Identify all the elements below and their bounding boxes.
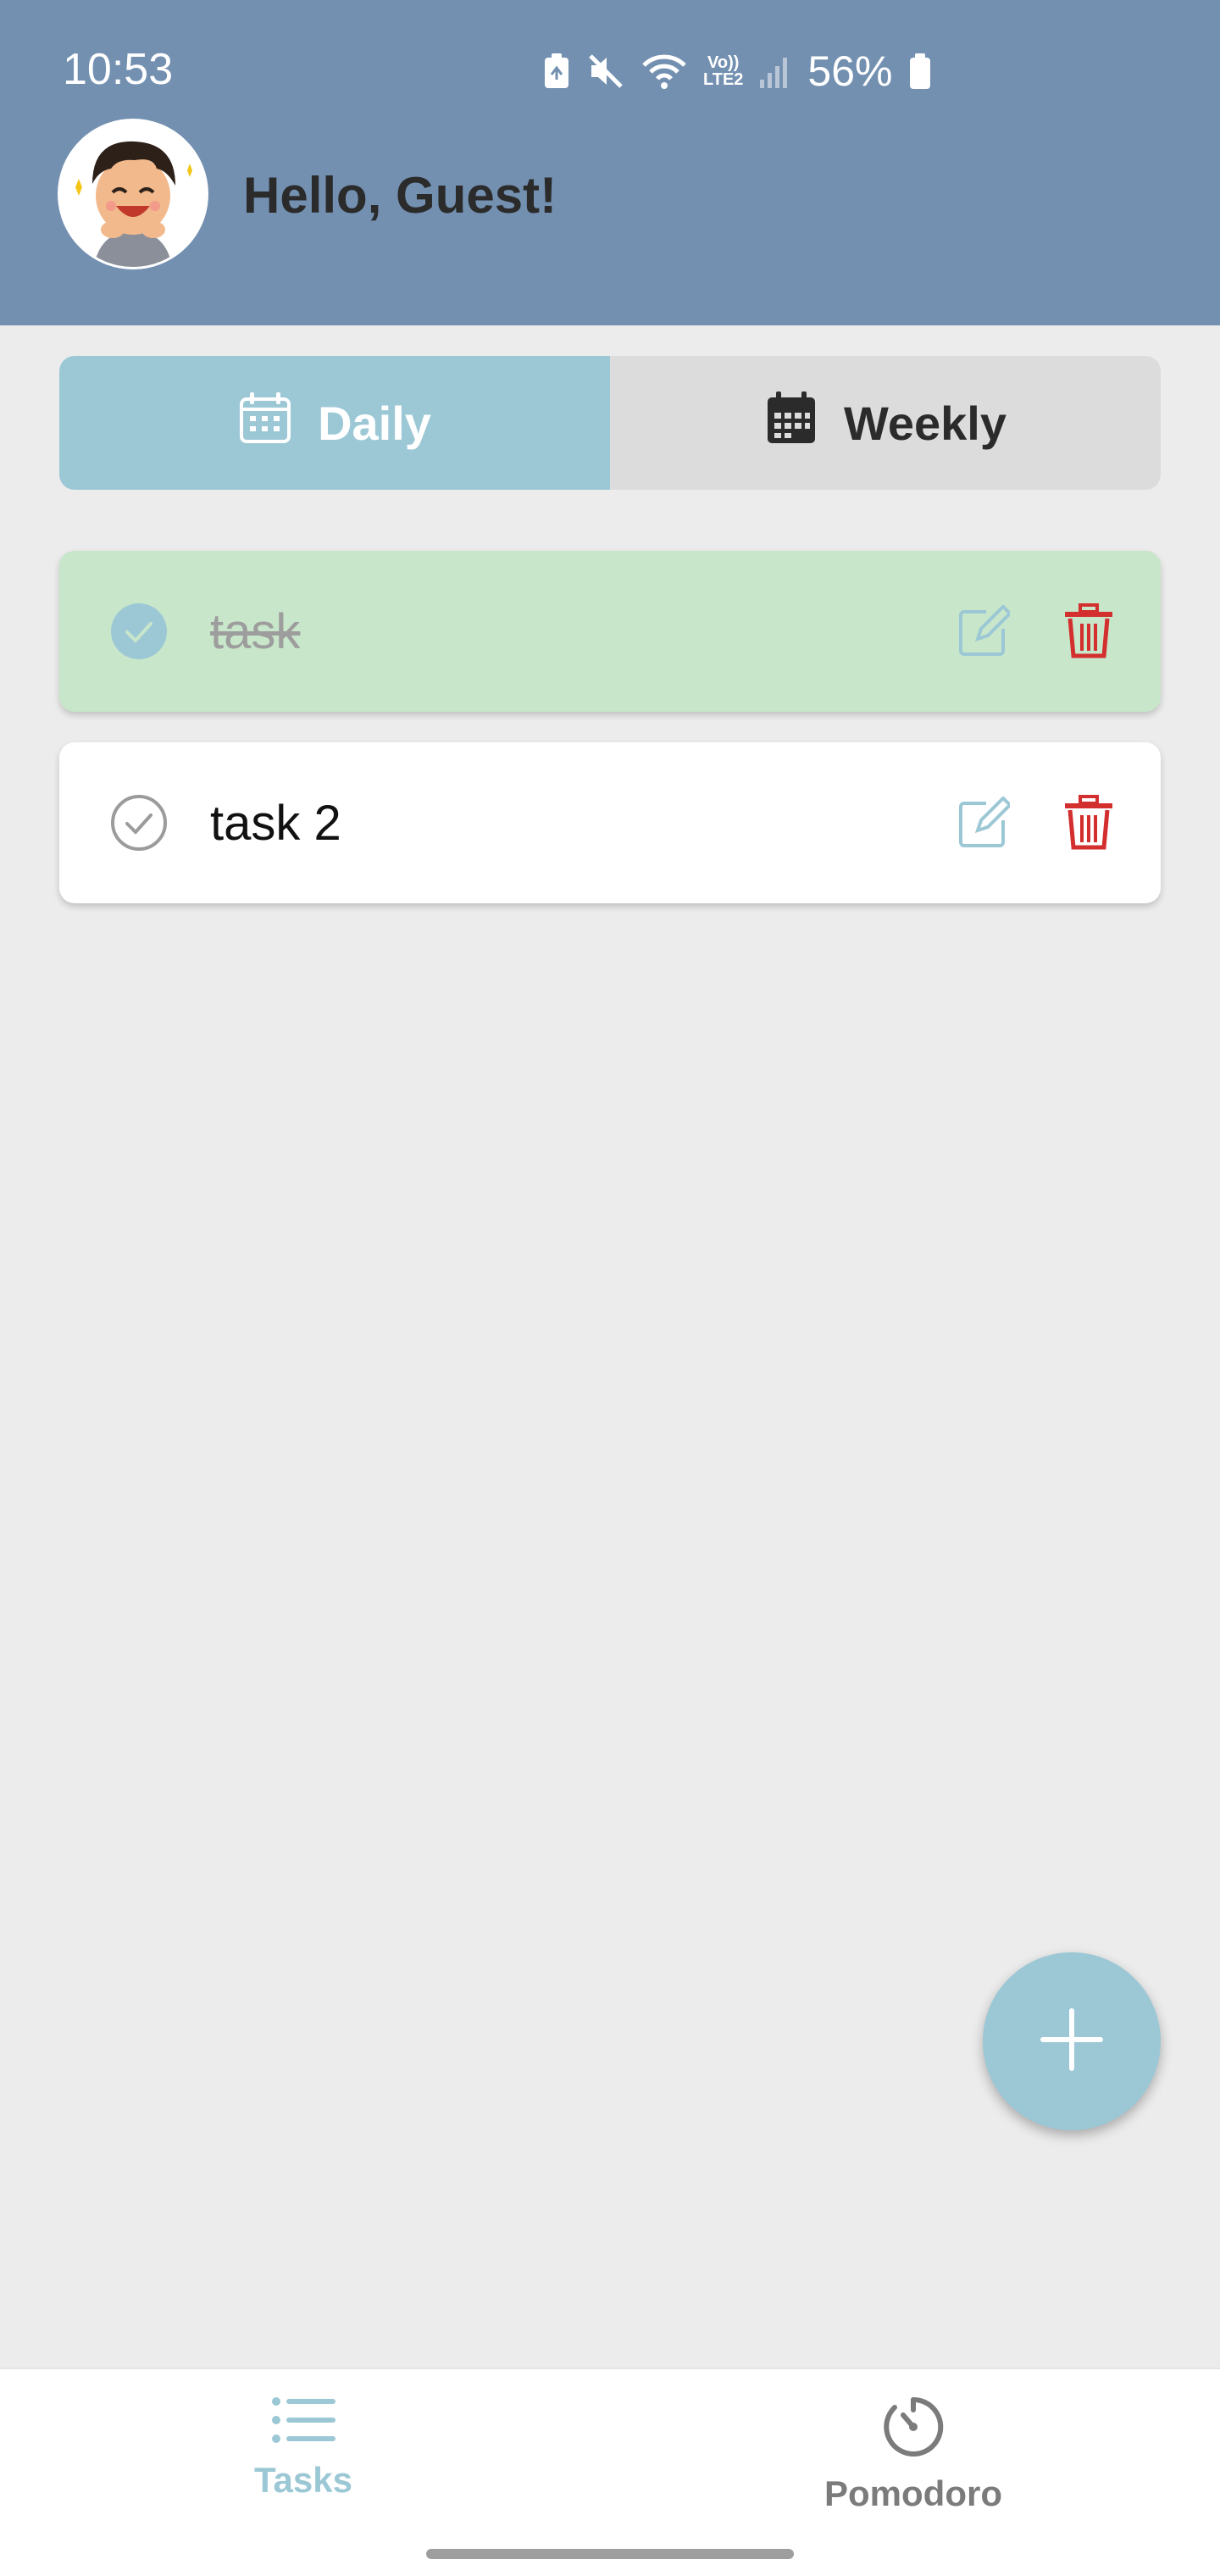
completed-check-icon[interactable] (110, 602, 168, 660)
battery-percentage: 56% (807, 47, 893, 95)
list-icon (271, 2395, 336, 2450)
status-icons: Vo)) LTE2 56% (542, 44, 932, 98)
edit-icon[interactable] (957, 604, 1012, 658)
trash-icon[interactable] (1063, 795, 1114, 851)
app-header: 10:53 Vo)) LTE2 56% Hello, Guest! (0, 0, 1220, 325)
trash-icon[interactable] (1063, 603, 1114, 659)
timer-icon (881, 2395, 946, 2463)
battery-icon (908, 52, 932, 91)
task-item[interactable]: task 2 (59, 742, 1161, 903)
period-tabs: Daily Weekly (59, 356, 1161, 490)
home-indicator[interactable] (426, 2549, 794, 2559)
signal-icon (758, 53, 792, 90)
volte-label-bottom: LTE2 (703, 70, 744, 89)
nav-tasks-label: Tasks (254, 2460, 352, 2500)
tab-weekly[interactable]: Weekly (610, 356, 1161, 490)
battery-saver-icon (542, 53, 571, 90)
greeting: Hello, Guest! (243, 167, 557, 224)
task-text: task (210, 604, 301, 659)
status-time: 10:53 (63, 45, 174, 94)
nav-pomodoro[interactable]: Pomodoro (744, 2395, 1083, 2522)
add-task-button[interactable] (983, 1952, 1161, 2130)
volte-indicator: Vo)) LTE2 (703, 54, 743, 88)
nav-pomodoro-label: Pomodoro (824, 2473, 1002, 2513)
tab-daily-label: Daily (318, 396, 431, 450)
wifi-icon (640, 52, 688, 91)
task-item[interactable]: task (59, 551, 1161, 712)
edit-icon[interactable] (957, 796, 1012, 849)
tab-daily[interactable]: Daily (59, 356, 610, 490)
plus-icon (1040, 2007, 1104, 2076)
bottom-navigation: Tasks Pomodoro (0, 2368, 1220, 2576)
status-bar: 10:53 Vo)) LTE2 56% (0, 0, 1220, 144)
mute-icon (586, 52, 625, 91)
avatar[interactable] (58, 119, 208, 269)
uncompleted-check-icon[interactable] (110, 794, 168, 852)
calendar-outline-icon (238, 391, 292, 456)
tab-weekly-label: Weekly (844, 396, 1006, 450)
task-text: task 2 (210, 796, 341, 851)
volte-label-top: Vo)) (707, 53, 740, 72)
calendar-filled-icon (764, 391, 818, 456)
nav-tasks[interactable]: Tasks (134, 2395, 473, 2522)
